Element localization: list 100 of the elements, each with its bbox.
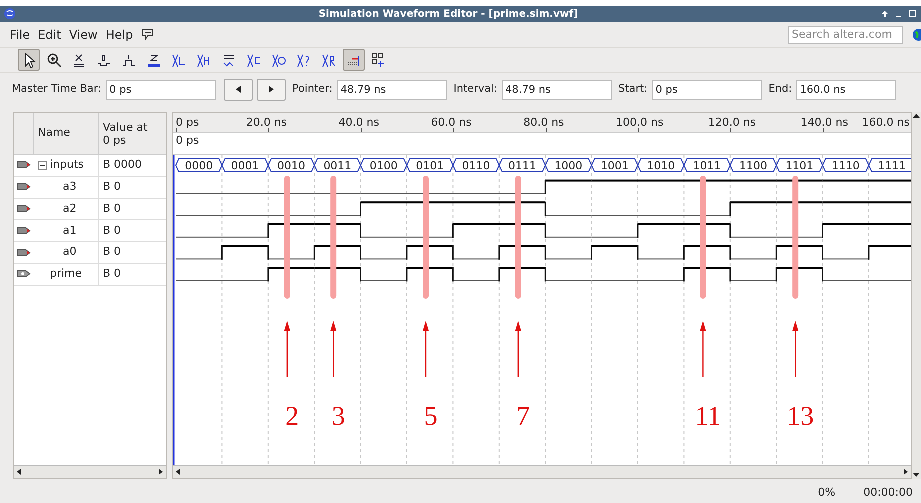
signal-name[interactable]: a3: [63, 178, 77, 196]
previous-button[interactable]: [224, 78, 253, 100]
ruler-label: 40.0 ns: [338, 115, 380, 131]
next-button[interactable]: [256, 78, 286, 100]
weak-high-icon: [196, 52, 212, 68]
bus-value: 0111: [508, 160, 536, 172]
status-text: 00:00:00: [864, 484, 913, 501]
ruler-label: 20.0 ns: [246, 115, 288, 131]
column-header[interactable]: Name: [38, 125, 70, 142]
bus-value: 1101: [786, 160, 814, 172]
signal-value: B 0: [103, 180, 122, 193]
signal-name[interactable]: prime: [50, 266, 82, 283]
bus-value: 1000: [554, 160, 583, 172]
ruler-label: 0 ps: [176, 115, 200, 131]
field-label: Interval:: [454, 82, 498, 97]
up-arrow-icon[interactable]: [913, 113, 920, 119]
left-arrow-icon[interactable]: [174, 468, 182, 476]
input-pin-icon: [17, 182, 31, 192]
input-pin-icon: [17, 160, 31, 170]
bus-value: 0110: [462, 160, 490, 172]
signal-value: B 0: [103, 245, 122, 258]
signal-name[interactable]: a2: [63, 200, 77, 218]
high-level-icon: [121, 52, 137, 68]
ruler-label: 80.0 ns: [524, 115, 564, 131]
vertical-scrollbar[interactable]: [912, 112, 921, 479]
horizontal-scrollbar[interactable]: [14, 465, 166, 478]
field-label: Pointer:: [292, 82, 333, 97]
signal-name[interactable]: inputs: [50, 157, 84, 174]
input-pin-icon: [17, 226, 31, 236]
arrow: [792, 321, 799, 377]
signal-value: B 0: [103, 202, 122, 215]
bus-value: 0011: [324, 160, 352, 172]
arrow: [330, 321, 337, 377]
bus-value: 1100: [740, 160, 768, 172]
arrow: [515, 321, 522, 377]
bus-value: 0101: [416, 160, 444, 172]
column-header[interactable]: Value at 0 ps: [103, 120, 155, 146]
speech-bubble-icon[interactable]: [141, 28, 156, 40]
input-pin-icon: [17, 204, 31, 214]
arrow: [284, 321, 290, 377]
ruler-label: 100.0 ns: [616, 115, 664, 131]
bus-value: 1011: [693, 160, 722, 172]
weak-low-icon: [171, 52, 187, 68]
time-field[interactable]: 0 ps: [106, 80, 216, 100]
field-label: Master Time Bar:: [12, 82, 102, 97]
window-title: Simulation Waveform Editor - [prime.sim.vwf]: [318, 8, 580, 22]
globe-icon[interactable]: [911, 28, 921, 42]
app-logo-icon: [4, 8, 16, 20]
bus-value: 1110: [832, 160, 860, 172]
signal-name[interactable]: a0: [63, 244, 77, 261]
search-field[interactable]: Search altera.com: [788, 26, 903, 44]
right-arrow-icon[interactable]: [157, 468, 165, 476]
status-text: 0%: [818, 484, 836, 501]
count-value-icon: [246, 52, 262, 68]
arrow: [700, 321, 706, 377]
menu-item[interactable]: Help: [106, 26, 134, 44]
horizontal-scrollbar[interactable]: [173, 465, 911, 478]
bus-value: 0000: [185, 160, 214, 172]
signal-value: B 0: [103, 224, 122, 237]
pin-icon[interactable]: [881, 10, 889, 18]
right-triangle-icon: [268, 86, 274, 93]
ruler-label: 120.0 ns: [708, 115, 756, 131]
left-triangle-icon: [236, 86, 241, 93]
down-arrow-icon[interactable]: [913, 472, 920, 478]
bus-value: 0001: [231, 160, 260, 172]
menu-item[interactable]: View: [69, 26, 98, 44]
maximize-icon[interactable]: [909, 10, 917, 18]
left-arrow-icon[interactable]: [15, 468, 23, 476]
menu-item[interactable]: Edit: [38, 26, 62, 44]
signal-value: B 0: [103, 267, 122, 280]
collapse-toggle[interactable]: [38, 160, 47, 170]
time-field[interactable]: 160.0 ns: [796, 80, 896, 100]
time-field[interactable]: 0 ps: [652, 80, 762, 100]
time-marker-label: 0 ps: [176, 133, 200, 147]
bus-value: 1010: [647, 160, 676, 172]
bus-value: 1001: [600, 160, 629, 172]
annotation-number: 5: [424, 401, 438, 431]
bus-value: 0010: [278, 160, 306, 172]
arrow: [423, 321, 429, 377]
crossed-wave-icon: [71, 52, 87, 68]
annotation-number: 2: [286, 401, 300, 431]
annotation-number: 7: [516, 401, 530, 431]
signal-name[interactable]: a1: [63, 222, 77, 240]
menu-item[interactable]: File: [10, 26, 30, 44]
output-pin-icon: [17, 269, 31, 280]
annotation-number: 13: [787, 401, 814, 431]
field-label: End:: [768, 82, 792, 97]
bus-value: 0100: [370, 160, 398, 172]
ruler-label: 140.0 ns: [800, 115, 848, 131]
random-value-icon: [296, 52, 312, 68]
ruler-label: 160.0 ns: [862, 115, 910, 131]
input-pin-icon: [17, 248, 31, 258]
field-label: Start:: [618, 82, 648, 97]
signal-value: B 0000: [103, 158, 142, 172]
bus-value: 1111: [878, 160, 906, 172]
random-icon: [321, 52, 337, 68]
right-arrow-icon[interactable]: [902, 468, 910, 476]
time-field[interactable]: 48.79 ns: [502, 80, 612, 100]
annotation-number: 3: [332, 401, 346, 431]
time-field[interactable]: 48.79 ns: [336, 80, 447, 100]
